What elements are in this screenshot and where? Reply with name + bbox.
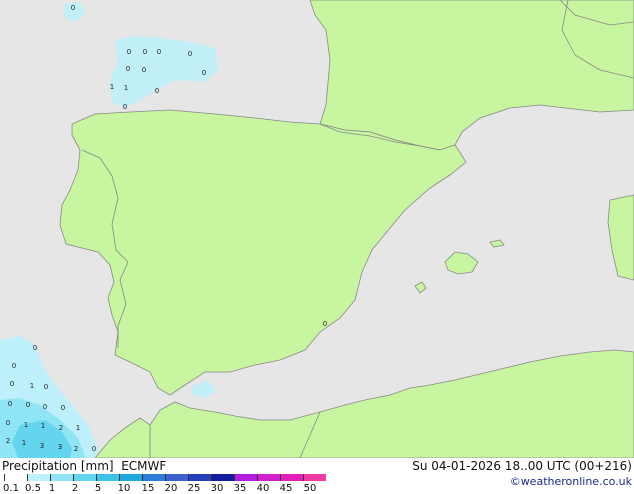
- legend-swatch: [50, 474, 73, 481]
- precip-value-label: 1: [30, 382, 34, 390]
- precip-value-label: 0: [71, 4, 75, 12]
- precip-value-label: 0: [123, 103, 127, 111]
- weather-map: 0 0 0 0 0 0 0 1 1 0 0 0 0 0 0 0 1 0 0 0 0 0 0 1 1 2 1 2 1 3 3 2 0: [0, 0, 634, 458]
- precip-value-label: 0: [26, 401, 30, 409]
- legend-swatch: [27, 474, 50, 481]
- france-land: [309, 0, 634, 151]
- precip-value-label: 2: [74, 445, 78, 453]
- legend-tick-label: 50: [303, 483, 317, 494]
- precip-value-label: 1: [76, 424, 80, 432]
- legend-swatch: [142, 474, 165, 481]
- legend-tick-label: 1: [48, 483, 56, 494]
- legend-swatch: [234, 474, 257, 481]
- credit-link[interactable]: ©weatheronline.co.uk: [510, 475, 632, 488]
- precip-value-label: 0: [92, 445, 96, 453]
- legend-ticks: 0.1 0.5 1 2 5 10 15 20 25 30 35 40 45 50: [0, 483, 340, 494]
- precip-value-label: 0: [202, 69, 206, 77]
- map-footer: Precipitation [mm] ECMWF Su 04-01-2026 1…: [0, 458, 634, 494]
- precip-value-label: 3: [40, 442, 44, 450]
- legend-swatch: [303, 474, 326, 481]
- legend-color-bar: [4, 474, 326, 482]
- precip-value-label: 0: [126, 65, 130, 73]
- precip-value-label: 0: [8, 400, 12, 408]
- legend-tick-label: 25: [187, 483, 201, 494]
- precip-value-label: 0: [12, 362, 16, 370]
- legend-tick-label: 20: [164, 483, 178, 494]
- model-name: ECMWF: [121, 459, 167, 473]
- legend-swatch: [211, 474, 234, 481]
- legend-tick-label: 5: [94, 483, 102, 494]
- legend-swatch: [119, 474, 142, 481]
- precip-value-label: 0: [33, 344, 37, 352]
- precip-value-label: 1: [41, 422, 45, 430]
- menorca-land: [489, 239, 505, 248]
- legend-swatch: [280, 474, 303, 481]
- legend-tick-label: 35: [233, 483, 247, 494]
- map-canvas: 0 0 0 0 0 0 0 1 1 0 0 0 0 0 0 0 1 0 0 0 0 0 0 1 1 2 1 2 1 3 3 2 0: [0, 0, 634, 458]
- precip-value-label: 0: [157, 48, 161, 56]
- legend-swatch: [257, 474, 280, 481]
- precip-value-label: 0: [143, 48, 147, 56]
- precip-value-label: 0: [127, 48, 131, 56]
- mallorca-land: [444, 251, 479, 275]
- precip-value-label: 3: [58, 443, 62, 451]
- legend-tick-label: 40: [256, 483, 270, 494]
- precip-patch-strait: [192, 380, 216, 398]
- legend-tick-label: 30: [210, 483, 224, 494]
- legend-tick-label: 15: [141, 483, 155, 494]
- valid-time: Su 04-01-2026 18..00 UTC (00+216): [412, 459, 632, 473]
- precip-value-label: 0: [188, 50, 192, 58]
- legend-swatch: [188, 474, 211, 481]
- legend-tick-label: 0.5: [25, 483, 41, 494]
- map-title: Precipitation [mm] ECMWF: [2, 459, 166, 473]
- precip-value-label: 0: [323, 320, 327, 328]
- precip-value-label: 1: [124, 84, 128, 92]
- precip-value-label: 2: [6, 437, 10, 445]
- precip-value-label: 0: [10, 380, 14, 388]
- precip-value-label: 0: [6, 419, 10, 427]
- precip-value-label: 0: [61, 404, 65, 412]
- legend-tick-label: 2: [71, 483, 79, 494]
- precip-value-label: 0: [155, 87, 159, 95]
- precip-value-label: 1: [24, 421, 28, 429]
- ibiza-land: [414, 281, 427, 294]
- iberia-land: [59, 109, 467, 396]
- legend-swatch: [96, 474, 119, 481]
- sardinia-land: [607, 194, 634, 281]
- legend-tick-label: 45: [279, 483, 293, 494]
- precip-value-label: 2: [59, 424, 63, 432]
- legend-tick-label: 0.1: [3, 483, 19, 494]
- precip-value-label: 1: [110, 83, 114, 91]
- precip-value-label: 0: [43, 403, 47, 411]
- legend-swatch: [73, 474, 96, 481]
- legend-swatch: [4, 474, 27, 481]
- legend-tick-label: 10: [117, 483, 131, 494]
- precip-value-label: 0: [142, 66, 146, 74]
- precip-value-label: 0: [44, 383, 48, 391]
- morocco-coast: [94, 417, 151, 458]
- precip-value-label: 1: [22, 439, 26, 447]
- legend-swatch: [165, 474, 188, 481]
- title-text: Precipitation [mm]: [2, 459, 114, 473]
